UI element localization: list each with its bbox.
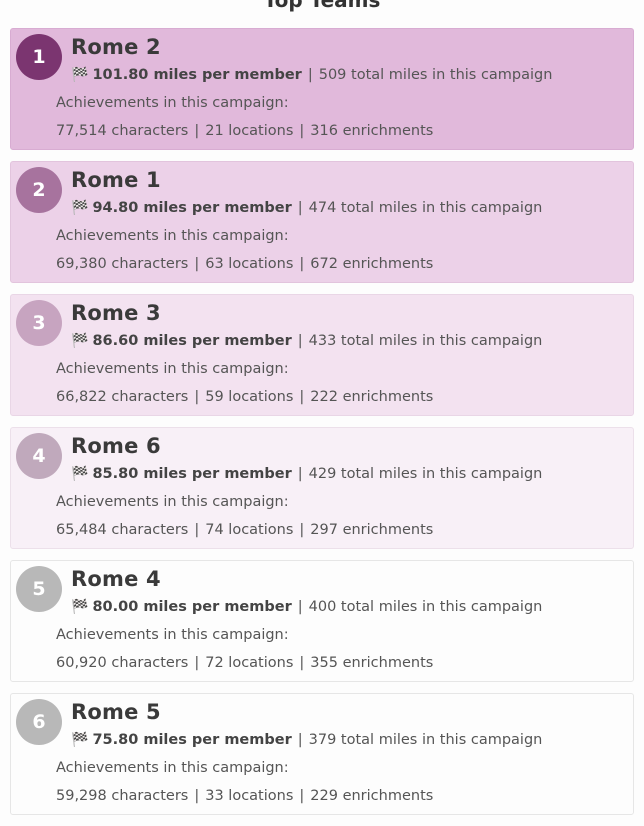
achievements-label: Achievements in this campaign:: [56, 95, 289, 111]
separator: |: [194, 389, 200, 405]
checkered-flag-icon: 🏁: [71, 466, 89, 482]
checkered-flag-icon: 🏁: [71, 732, 89, 748]
total-miles: 429 total miles in this campaign: [308, 466, 543, 482]
locations-count: 63 locations: [205, 256, 294, 272]
separator: |: [194, 256, 200, 272]
checkered-flag-icon: 🏁: [71, 67, 89, 83]
miles-per-member: 75.80 miles per member: [92, 732, 292, 748]
total-miles: 433 total miles in this campaign: [308, 333, 543, 349]
miles-line: 🏁 94.80 miles per member | 474 total miles …: [71, 200, 542, 216]
team-leaderboard: 1 Rome 2 🏁 101.80 miles per member | 509 to…: [10, 28, 634, 826]
characters-count: 66,822 characters: [56, 389, 189, 405]
separator: |: [297, 333, 303, 349]
separator: |: [194, 655, 200, 671]
separator: |: [307, 67, 313, 83]
separator: |: [299, 655, 305, 671]
achievement-stats: 77,514 characters | 21 locations | 316 enric…: [56, 123, 433, 139]
separator: |: [299, 522, 305, 538]
locations-count: 33 locations: [205, 788, 294, 804]
separator: |: [194, 522, 200, 538]
characters-count: 59,298 characters: [56, 788, 189, 804]
achievement-stats: 69,380 characters | 63 locations | 672 enric…: [56, 256, 433, 272]
characters-count: 77,514 characters: [56, 123, 189, 139]
miles-line: 🏁 75.80 miles per member | 379 total miles …: [71, 732, 542, 748]
enrichments-count: 222 enrichments: [310, 389, 434, 405]
team-name[interactable]: Rome 3: [71, 301, 161, 325]
enrichments-count: 672 enrichments: [310, 256, 434, 272]
team-card[interactable]: 2 Rome 1 🏁 94.80 miles per member | 474 tot…: [10, 161, 634, 283]
miles-line: 🏁 101.80 miles per member | 509 total miles…: [71, 67, 552, 83]
section-title: Top Teams: [263, 0, 381, 12]
enrichments-count: 316 enrichments: [310, 123, 434, 139]
team-name[interactable]: Rome 4: [71, 567, 161, 591]
rank-badge: 4: [16, 433, 62, 479]
separator: |: [297, 466, 303, 482]
enrichments-count: 229 enrichments: [310, 788, 434, 804]
total-miles: 474 total miles in this campaign: [308, 200, 543, 216]
enrichments-count: 355 enrichments: [310, 655, 434, 671]
team-name[interactable]: Rome 2: [71, 35, 161, 59]
separator: |: [194, 788, 200, 804]
team-name[interactable]: Rome 5: [71, 700, 161, 724]
achievements-label: Achievements in this campaign:: [56, 228, 289, 244]
total-miles: 400 total miles in this campaign: [308, 599, 543, 615]
miles-per-member: 94.80 miles per member: [92, 200, 292, 216]
locations-count: 59 locations: [205, 389, 294, 405]
rank-badge: 6: [16, 699, 62, 745]
miles-line: 🏁 80.00 miles per member | 400 total miles …: [71, 599, 542, 615]
enrichments-count: 297 enrichments: [310, 522, 434, 538]
miles-per-member: 80.00 miles per member: [92, 599, 292, 615]
rank-badge: 2: [16, 167, 62, 213]
team-card[interactable]: 1 Rome 2 🏁 101.80 miles per member | 509 to…: [10, 28, 634, 150]
achievement-stats: 66,822 characters | 59 locations | 222 enric…: [56, 389, 433, 405]
achievement-stats: 59,298 characters | 33 locations | 229 enric…: [56, 788, 433, 804]
separator: |: [297, 200, 303, 216]
rank-badge: 5: [16, 566, 62, 612]
total-miles: 379 total miles in this campaign: [308, 732, 543, 748]
team-name[interactable]: Rome 6: [71, 434, 161, 458]
checkered-flag-icon: 🏁: [71, 599, 89, 615]
locations-count: 74 locations: [205, 522, 294, 538]
separator: |: [299, 256, 305, 272]
achievement-stats: 65,484 characters | 74 locations | 297 enric…: [56, 522, 433, 538]
achievements-label: Achievements in this campaign:: [56, 361, 289, 377]
team-card[interactable]: 5 Rome 4 🏁 80.00 miles per member | 400 tot…: [10, 560, 634, 682]
separator: |: [299, 389, 305, 405]
team-card[interactable]: 3 Rome 3 🏁 86.60 miles per member | 433 tot…: [10, 294, 634, 416]
checkered-flag-icon: 🏁: [71, 333, 89, 349]
characters-count: 69,380 characters: [56, 256, 189, 272]
achievement-stats: 60,920 characters | 72 locations | 355 enric…: [56, 655, 433, 671]
total-miles: 509 total miles in this campaign: [318, 67, 553, 83]
locations-count: 72 locations: [205, 655, 294, 671]
separator: |: [297, 732, 303, 748]
rank-badge: 1: [16, 34, 62, 80]
separator: |: [194, 123, 200, 139]
characters-count: 65,484 characters: [56, 522, 189, 538]
miles-per-member: 86.60 miles per member: [92, 333, 292, 349]
separator: |: [299, 123, 305, 139]
checkered-flag-icon: 🏁: [71, 200, 89, 216]
locations-count: 21 locations: [205, 123, 294, 139]
rank-badge: 3: [16, 300, 62, 346]
miles-per-member: 85.80 miles per member: [92, 466, 292, 482]
separator: |: [297, 599, 303, 615]
team-card[interactable]: 6 Rome 5 🏁 75.80 miles per member | 379 tot…: [10, 693, 634, 815]
separator: |: [299, 788, 305, 804]
miles-per-member: 101.80 miles per member: [92, 67, 302, 83]
achievements-label: Achievements in this campaign:: [56, 760, 289, 776]
team-name[interactable]: Rome 1: [71, 168, 161, 192]
team-card[interactable]: 4 Rome 6 🏁 85.80 miles per member | 429 tot…: [10, 427, 634, 549]
miles-line: 🏁 86.60 miles per member | 433 total miles …: [71, 333, 542, 349]
achievements-label: Achievements in this campaign:: [56, 627, 289, 643]
achievements-label: Achievements in this campaign:: [56, 494, 289, 510]
miles-line: 🏁 85.80 miles per member | 429 total miles …: [71, 466, 542, 482]
characters-count: 60,920 characters: [56, 655, 189, 671]
